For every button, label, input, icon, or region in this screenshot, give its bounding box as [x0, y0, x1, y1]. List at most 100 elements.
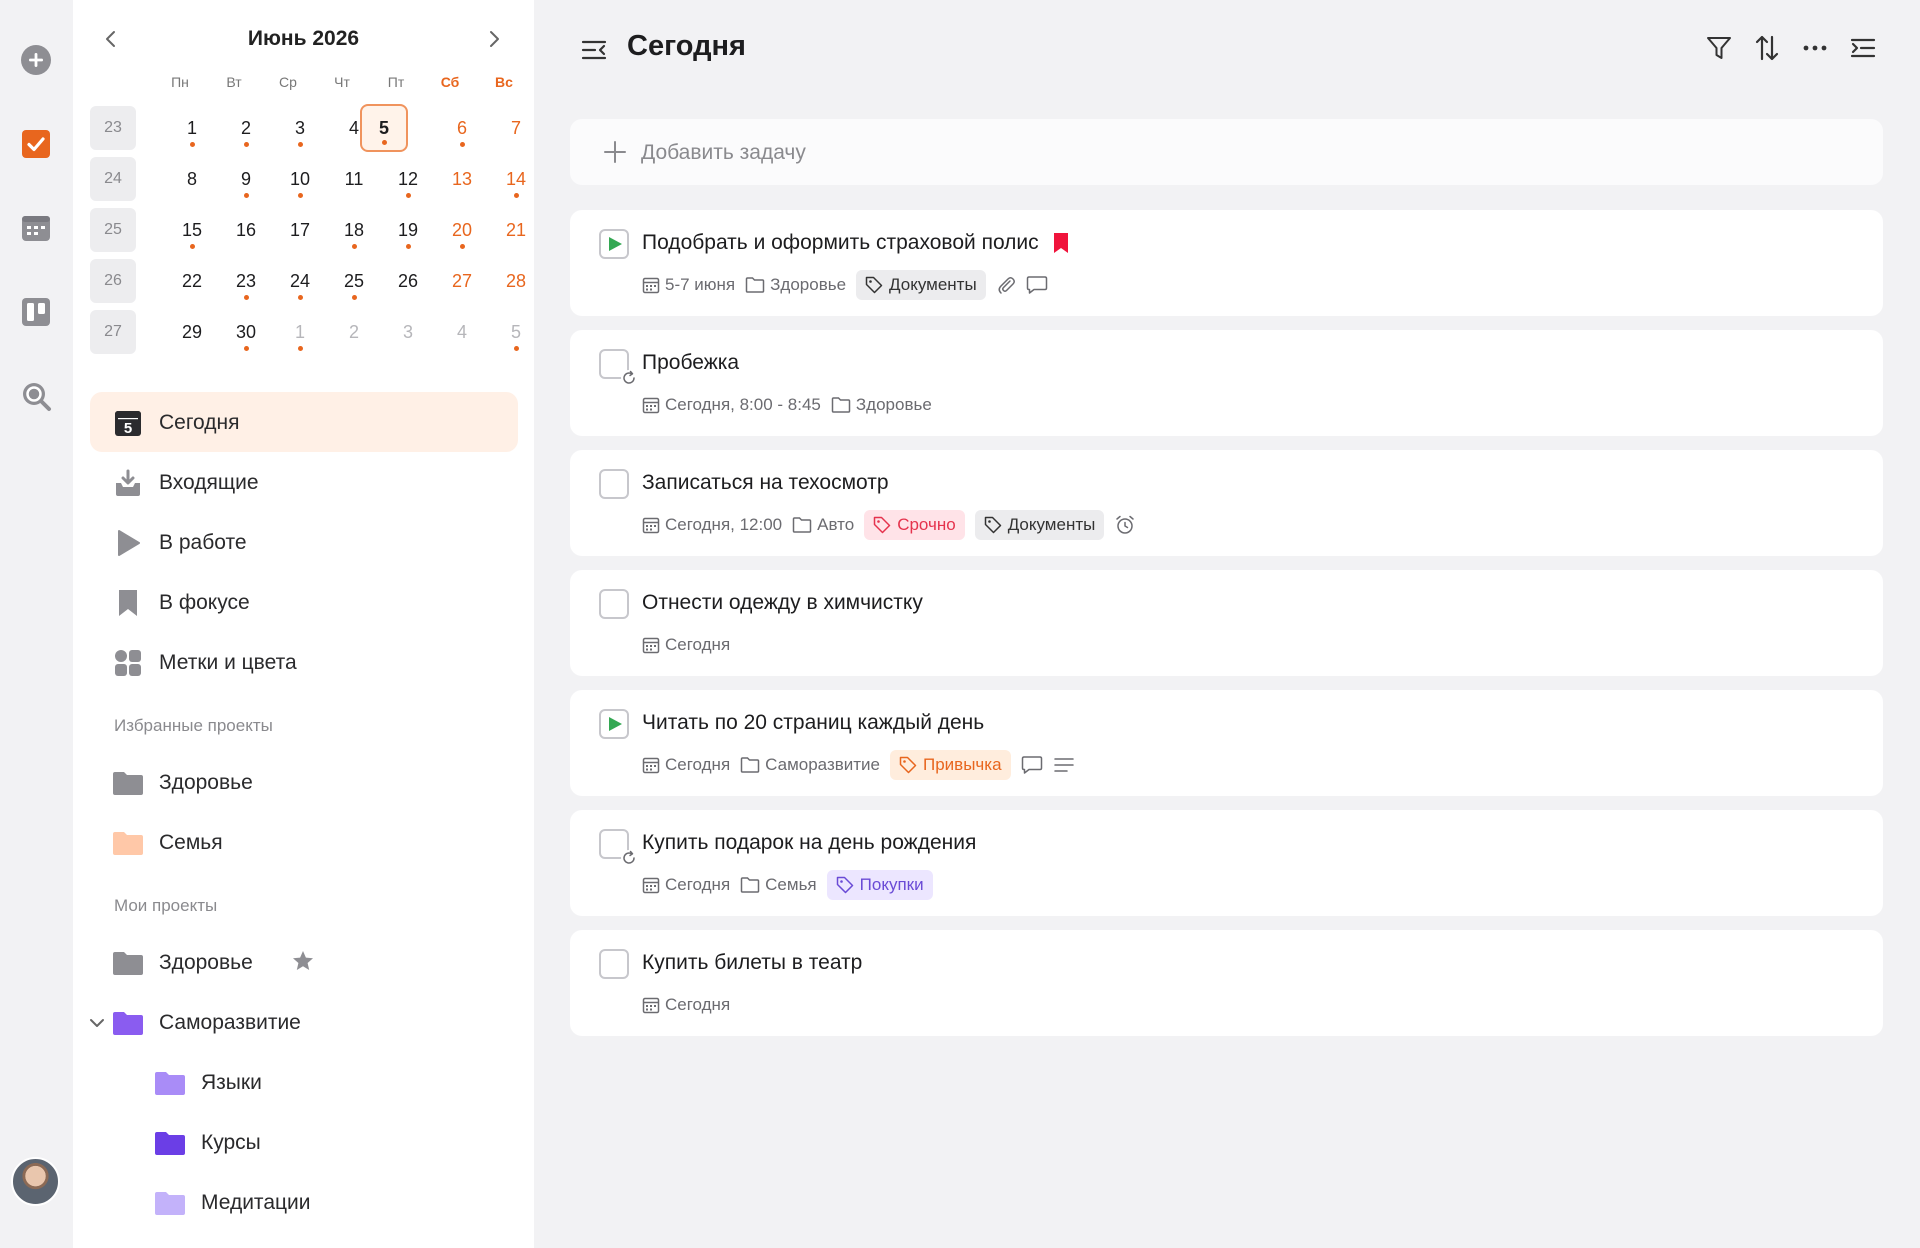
task-checkbox[interactable] [599, 469, 629, 499]
sidebar-item-favorite-family[interactable]: Семья [90, 812, 518, 872]
calendar-day-today[interactable]: 5 [360, 104, 408, 152]
task-tag[interactable]: Привычка [890, 750, 1011, 780]
search-icon[interactable] [18, 378, 54, 414]
calendar-day[interactable]: 10 [276, 155, 324, 203]
calendar-day[interactable]: 13 [438, 155, 486, 203]
calendar-day[interactable]: 15 [168, 206, 216, 254]
task-row[interactable]: Отнести одежду в химчистку Сегодня [570, 570, 1883, 676]
calendar-day[interactable]: 16 [222, 206, 270, 254]
calendar-day[interactable]: 3 [384, 308, 432, 356]
task-project: Здоровье [770, 275, 847, 294]
notes-icon [1053, 758, 1074, 772]
add-icon[interactable] [18, 42, 54, 78]
chevron-down-icon[interactable] [86, 1012, 108, 1034]
tag-icon [865, 276, 883, 294]
task-meta: Сегодня [642, 630, 730, 660]
calendar-day[interactable]: 22 [168, 257, 216, 305]
task-tag[interactable]: Срочно [864, 510, 965, 540]
filter-icon[interactable] [1703, 32, 1735, 64]
calendar-day[interactable]: 27 [438, 257, 486, 305]
calendar-day[interactable]: 21 [492, 206, 540, 254]
task-checkbox[interactable] [599, 709, 629, 739]
calendar-icon [642, 397, 660, 414]
avatar[interactable] [11, 1157, 60, 1206]
task-row[interactable]: Купить подарок на день рождения Сегодня … [570, 810, 1883, 916]
task-row[interactable]: Читать по 20 страниц каждый день Сегодня… [570, 690, 1883, 796]
sidebar-item-in-progress[interactable]: В работе [90, 512, 518, 572]
calendar-day[interactable]: 23 [222, 257, 270, 305]
more-icon[interactable] [1799, 32, 1831, 64]
calendar-day[interactable]: 1 [168, 104, 216, 152]
calendar-day[interactable]: 2 [222, 104, 270, 152]
task-tag[interactable]: Документы [856, 270, 986, 300]
sidebar-item-tags[interactable]: Метки и цвета [90, 632, 518, 692]
add-task-input[interactable]: Добавить задачу [570, 119, 1883, 185]
task-row[interactable]: Подобрать и оформить страховой полис 5-7… [570, 210, 1883, 316]
calendar-day[interactable]: 20 [438, 206, 486, 254]
calendar-day[interactable]: 28 [492, 257, 540, 305]
calendar-day[interactable]: 12 [384, 155, 432, 203]
details-panel-icon[interactable] [1847, 32, 1879, 64]
calendar-day[interactable]: 9 [222, 155, 270, 203]
calendar-day[interactable]: 30 [222, 308, 270, 356]
calendar-day[interactable]: 1 [276, 308, 324, 356]
task-date: Сегодня [665, 875, 731, 894]
task-date: Сегодня [665, 995, 731, 1014]
board-icon[interactable] [18, 294, 54, 330]
calendar-day[interactable]: 25 [330, 257, 378, 305]
tasks-icon[interactable] [18, 126, 54, 162]
calendar-day[interactable]: 11 [330, 155, 378, 203]
calendar-day[interactable]: 4 [438, 308, 486, 356]
sidebar-item-inbox[interactable]: Входящие [90, 452, 518, 512]
calendar-day[interactable]: 14 [492, 155, 540, 203]
task-checkbox[interactable] [599, 349, 637, 386]
task-checkbox[interactable] [599, 829, 637, 866]
sidebar-item-project-languages[interactable]: Языки [90, 1052, 518, 1112]
sidebar-item-project-selfdev[interactable]: Саморазвитие [90, 992, 518, 1052]
calendar-day[interactable]: 26 [384, 257, 432, 305]
task-date: Сегодня [665, 755, 731, 774]
bookmark-icon [114, 589, 142, 617]
task-checkbox[interactable] [599, 949, 629, 979]
calendar-day[interactable]: 5 [492, 308, 540, 356]
calendar-day[interactable]: 2 [330, 308, 378, 356]
task-checkbox[interactable] [599, 589, 629, 619]
calendar-icon[interactable] [18, 210, 54, 246]
star-icon[interactable] [291, 949, 315, 973]
task-meta: Сегодня [642, 990, 730, 1020]
task-title: Читать по 20 страниц каждый день [642, 711, 985, 734]
task-checkbox[interactable] [599, 229, 629, 259]
task-row[interactable]: Записаться на техосмотр Сегодня, 12:00 А… [570, 450, 1883, 556]
sidebar-item-label: Метки и цвета [159, 651, 297, 674]
calendar-day[interactable]: 29 [168, 308, 216, 356]
sidebar-item-project-courses[interactable]: Курсы [90, 1112, 518, 1172]
task-tag[interactable]: Покупки [826, 870, 933, 900]
sort-icon[interactable] [1751, 32, 1783, 64]
sidebar-item-label: Входящие [159, 471, 259, 494]
calendar-day[interactable]: 19 [384, 206, 432, 254]
calendar-day[interactable]: 18 [330, 206, 378, 254]
calendar-day[interactable]: 7 [492, 104, 540, 152]
task-meta: Сегодня, 12:00 Авто Срочно Документы [642, 510, 1136, 540]
calendar-icon [642, 277, 660, 294]
sidebar-item-project-meditation[interactable]: Медитации [90, 1172, 518, 1232]
sidebar-item-label: Медитации [201, 1191, 311, 1214]
calendar-day[interactable]: 3 [276, 104, 324, 152]
calendar-icon [642, 637, 660, 654]
calendar-day[interactable]: 17 [276, 206, 324, 254]
calendar-day[interactable]: 24 [276, 257, 324, 305]
collapse-sidebar-icon[interactable] [578, 34, 610, 66]
chevron-right-icon[interactable] [479, 24, 509, 54]
sidebar-item-favorite-health[interactable]: Здоровье [90, 752, 518, 812]
task-tag[interactable]: Документы [974, 510, 1105, 540]
bookmark-flag-icon [1054, 233, 1068, 253]
weekday-label: Чт [334, 74, 350, 90]
calendar-day[interactable]: 6 [438, 104, 486, 152]
sidebar-item-today[interactable]: 5 Сегодня [90, 392, 518, 452]
calendar-day[interactable]: 8 [168, 155, 216, 203]
sidebar-item-project-health[interactable]: Здоровье [90, 932, 518, 992]
sidebar-item-label: Здоровье [159, 951, 253, 974]
sidebar-item-focus[interactable]: В фокусе [90, 572, 518, 632]
task-row[interactable]: Пробежка Сегодня, 8:00 - 8:45 Здоровье [570, 330, 1883, 436]
task-row[interactable]: Купить билеты в театр Сегодня [570, 930, 1883, 1036]
